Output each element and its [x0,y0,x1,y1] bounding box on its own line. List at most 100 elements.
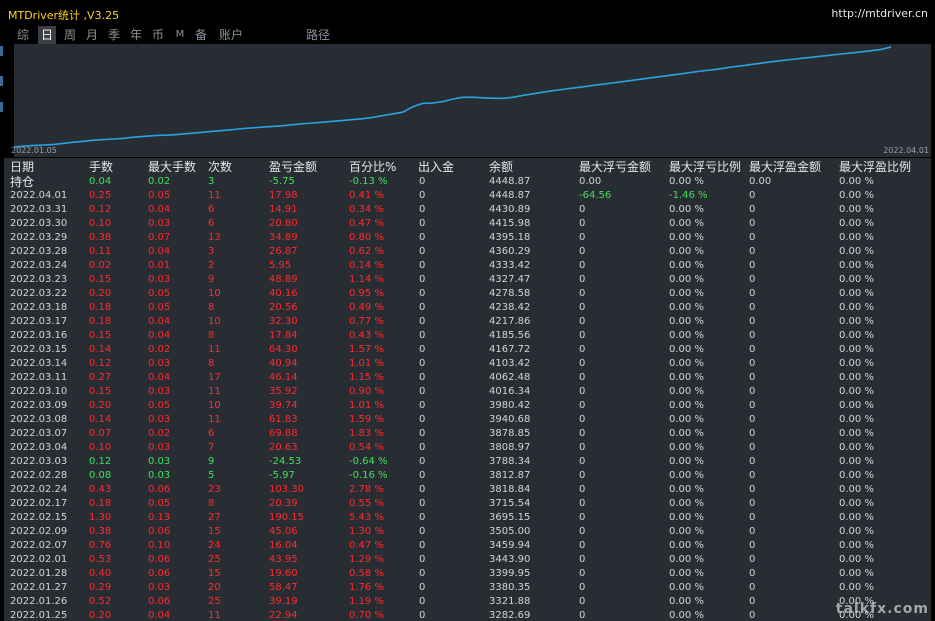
cell-max-fp-pct: 0.00 % [839,568,874,579]
tab-monthly[interactable]: 月 [83,26,101,44]
table-row[interactable]: 2022.03.17 0.18 0.04 10 32.30 0.77 % 0 4217.86 0… [4,315,931,329]
table-row[interactable]: 2022.03.04 0.10 0.03 7 20.63 0.54 % 0 3808.97 0 0… [4,441,931,455]
tab-quarterly[interactable]: 季 [105,26,123,44]
cell-max-fp-pct: 0.00 % [839,274,874,285]
table-row[interactable]: 2022.03.22 0.20 0.05 10 40.16 0.95 % 0 4278.58 0… [4,287,931,301]
cell-count: 7 [208,442,215,453]
cell-pl: 19.60 [269,568,298,579]
table-row[interactable]: 2022.03.10 0.15 0.03 11 35.92 0.90 % 0 4016.34 0… [4,385,931,399]
cell-balance: 4062.48 [489,372,531,383]
tab-yearly[interactable]: 年 [127,26,145,44]
table-row[interactable]: 2022.03.03 0.12 0.03 9 -24.53 -0.64 % 0 3788.34… [4,455,931,469]
cell-pct: 0.77 % [349,316,384,327]
table-row[interactable]: 2022.03.24 0.02 0.01 2 5.95 0.14 % 0 4333.42 0 0.… [4,259,931,273]
cell-count: 15 [208,526,221,537]
table-row[interactable]: 2022.01.28 0.40 0.06 15 19.60 0.58 % 0 3399.95 0… [4,567,931,581]
tab-summary[interactable]: 综 [14,26,32,44]
cell-max-fp-amt: 0 [749,526,756,537]
cell-max-dd-pct: 0.00 % [669,484,704,495]
cell-max-dd-pct: 0.00 % [669,470,704,481]
cell-date: 2022.02.24 [10,484,68,495]
table-row[interactable]: 2022.02.28 0.08 0.03 5 -5.97 -0.16 % 0 3812.87 0… [4,469,931,483]
cell-pct: 1.76 % [349,582,384,593]
cell-max-fp-amt: 0 [749,568,756,579]
cell-max-dd-pct: 0.00 % [669,316,704,327]
table-row[interactable]: 2022.02.15 1.30 0.13 27 190.15 5.43 % 0 3695.15… [4,511,931,525]
table-row[interactable]: 2022.03.09 0.20 0.05 10 39.74 1.01 % 0 3980.42 0… [4,399,931,413]
table-row[interactable]: 2022.03.07 0.07 0.02 6 69.88 1.83 % 0 3878.85 0 0… [4,427,931,441]
tab-account[interactable]: 账户 [215,26,247,44]
cell-max-dd-pct: 0.00 % [669,582,704,593]
table-row[interactable]: 2022.02.01 0.53 0.06 25 43.95 1.29 % 0 3443.90 0… [4,553,931,567]
table-row[interactable]: 2022.02.24 0.43 0.06 23 103.30 2.78 % 0 3818.84… [4,483,931,497]
cell-max-dd-amt: 0 [579,596,586,607]
table-row[interactable]: 2022.01.25 0.20 0.04 11 22.94 0.70 % 0 3282.69 0… [4,609,931,621]
cell-max-dd-pct: 0.00 % [669,274,704,285]
cell-max-lots: 0.03 [148,470,171,481]
tab-currency[interactable]: 币 [149,26,167,44]
cell-balance: 4167.72 [489,344,531,355]
cell-max-dd-amt: 0 [579,232,586,243]
cell-max-fp-amt: 0 [749,274,756,285]
table-row[interactable]: 2022.03.23 0.15 0.03 9 48.89 1.14 % 0 4327.47 0 0… [4,273,931,287]
cell-balance: 3878.85 [489,428,531,439]
table-row[interactable]: 2022.03.30 0.10 0.03 6 20.80 0.47 % 0 4415.98 0 0… [4,217,931,231]
cell-max-fp-amt: 0 [749,582,756,593]
cell-lots: 0.76 [89,540,112,551]
holding-row[interactable]: 持仓 0.04 0.02 3 -5.75 -0.13 % 0 4448.87 0.00 0.00 … [4,175,931,189]
cell-max-dd-amt: 0 [579,274,586,285]
tab-weekly[interactable]: 周 [61,26,79,44]
cell-io: 0 [419,316,426,327]
cell-max-lots: 0.03 [148,456,171,467]
table-body: 持仓 0.04 0.02 3 -5.75 -0.13 % 0 4448.87 0.00 0.00 … [4,175,931,621]
website-link[interactable]: http://mtdriver.cn [831,7,928,20]
cell-max-dd-amt: 0 [579,386,586,397]
table-row[interactable]: 2022.03.28 0.11 0.04 3 26.87 0.62 % 0 4360.29 0 0… [4,245,931,259]
cell-date: 2022.03.08 [10,414,68,425]
cell-count: 3 [208,246,215,257]
tab-notes[interactable]: 备 [192,26,210,44]
cell-max-fp-pct: 0.00 % [839,316,874,327]
table-row[interactable]: 2022.03.15 0.14 0.02 11 64.30 1.57 % 0 4167.72 0… [4,343,931,357]
cell-max-dd-pct: 0.00 % [669,596,704,607]
table-row[interactable]: 2022.03.29 0.38 0.07 13 34.89 0.80 % 0 4395.18 0… [4,231,931,245]
cell-io: 0 [419,456,426,467]
cell-max-fp-amt: 0 [749,596,756,607]
cell-max-lots: 0.03 [148,386,171,397]
cell-date: 2022.03.17 [10,316,68,327]
cell-io: 0 [419,400,426,411]
table-row[interactable]: 2022.03.14 0.12 0.03 8 40.94 1.01 % 0 4103.42 0 0… [4,357,931,371]
tab-magic[interactable]: M [171,26,189,44]
cell-pl: 39.74 [269,400,298,411]
cell-pl: 48.89 [269,274,298,285]
tab-path[interactable]: 路径 [302,26,334,44]
cell-max-dd-pct: 0.00 % [669,246,704,257]
table-row[interactable]: 2022.03.18 0.18 0.05 8 20.56 0.49 % 0 4238.42 0 0… [4,301,931,315]
cell-pct: 1.14 % [349,274,384,285]
table-row[interactable]: 2022.04.01 0.25 0.05 11 17.98 0.41 % 0 4448.87 -… [4,189,931,203]
cell-lots: 0.02 [89,260,112,271]
table-row[interactable]: 2022.02.07 0.76 0.10 24 16.04 0.47 % 0 3459.94 0… [4,539,931,553]
table-row[interactable]: 2022.03.08 0.14 0.03 11 61.83 1.59 % 0 3940.68 0… [4,413,931,427]
cell-date: 2022.04.01 [10,190,68,201]
table-row[interactable]: 2022.03.16 0.15 0.04 8 17.84 0.43 % 0 4185.56 0 0… [4,329,931,343]
table-row[interactable]: 2022.03.11 0.27 0.04 17 46.14 1.15 % 0 4062.48 0… [4,371,931,385]
table-row[interactable]: 2022.01.27 0.29 0.03 20 58.47 1.76 % 0 3380.35 0… [4,581,931,595]
x-axis-end-label: 2022.04.01 [883,146,929,155]
cell-date: 2022.01.28 [10,568,68,579]
cell-max-lots: 0.03 [148,414,171,425]
table-row[interactable]: 2022.03.31 0.12 0.04 6 14.91 0.34 % 0 4430.89 0 0… [4,203,931,217]
cell-date: 2022.01.25 [10,610,68,621]
cell-date: 2022.03.31 [10,204,68,215]
cell-max-fp-pct: 0.00 % [839,386,874,397]
table-row[interactable]: 2022.01.26 0.52 0.06 25 39.19 1.19 % 0 3321.88 0… [4,595,931,609]
cell-balance: 4360.29 [489,246,531,257]
tab-daily[interactable]: 日 [38,26,56,44]
cell-count: 11 [208,344,221,355]
table-row[interactable]: 2022.02.17 0.18 0.05 8 20.39 0.55 % 0 3715.54 0 0… [4,497,931,511]
cell-balance: 3812.87 [489,470,531,481]
cell-max-fp-pct: 0.00 % [839,526,874,537]
cell-io: 0 [419,484,426,495]
cell-io: 0 [419,526,426,537]
table-row[interactable]: 2022.02.09 0.38 0.06 15 45.06 1.30 % 0 3505.00 0… [4,525,931,539]
